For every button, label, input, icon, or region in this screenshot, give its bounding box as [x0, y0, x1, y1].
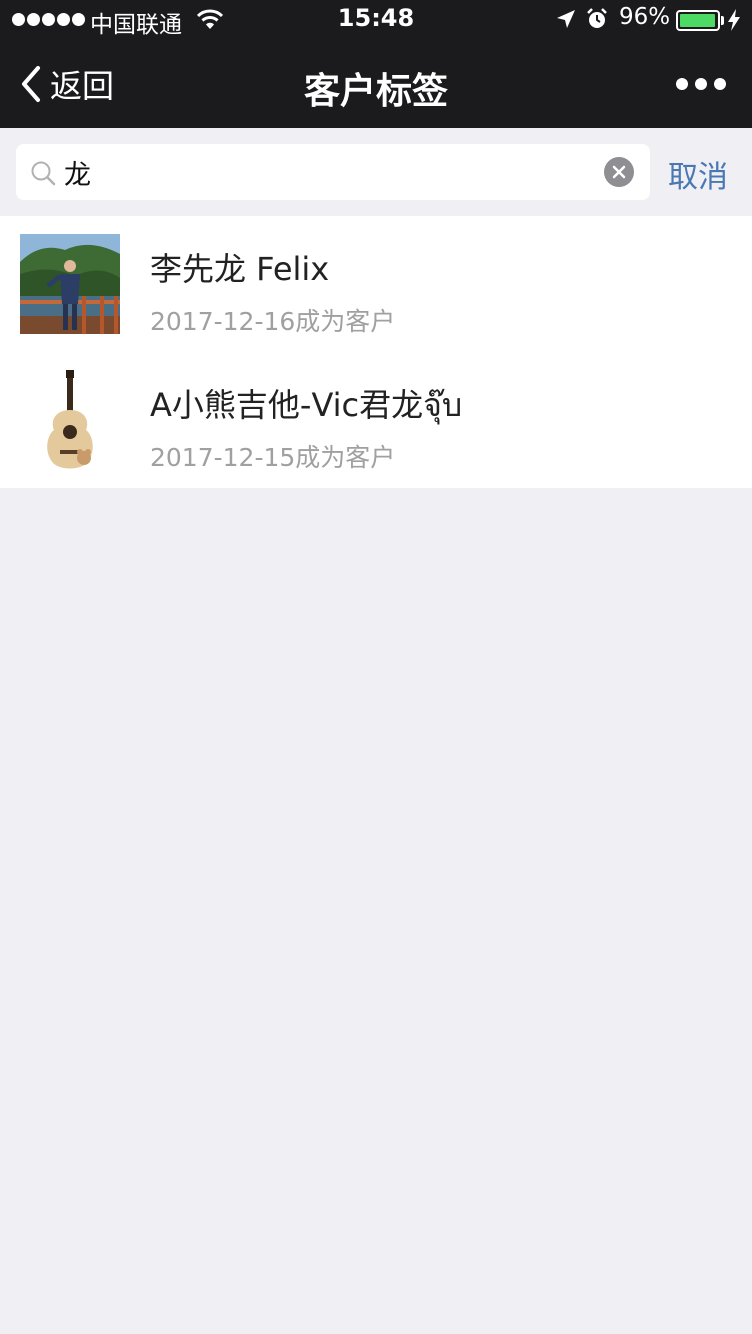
customer-name: 李先龙 Felix — [150, 250, 330, 288]
person-photo — [20, 234, 120, 334]
alarm-icon — [587, 8, 607, 28]
list-item[interactable]: A小熊吉他-Vic君龙จุ๊บ 2017-12-15成为客户 — [0, 352, 752, 488]
search-box — [16, 144, 650, 200]
battery-icon — [676, 10, 720, 31]
guitar-photo — [20, 370, 120, 470]
nav-bar: 返回 客户标签 — [0, 40, 752, 128]
search-input[interactable] — [64, 152, 594, 192]
page-title: 客户标签 — [303, 71, 448, 112]
battery-tip — [721, 16, 724, 25]
charging-bolt-icon — [728, 9, 740, 31]
close-icon — [612, 165, 626, 179]
cancel-button[interactable]: 取消 — [668, 152, 728, 196]
clear-search-button[interactable] — [604, 157, 634, 187]
status-bar: 中国联通 15:48 96% — [0, 0, 752, 40]
more-dots-icon[interactable] — [676, 78, 726, 90]
avatar — [20, 234, 120, 334]
top-bar: 中国联通 15:48 96% 返回 客户标签 — [0, 0, 752, 128]
avatar — [20, 370, 120, 470]
list-item[interactable]: 李先龙 Felix 2017-12-16成为客户 — [0, 216, 752, 352]
battery-percent: 96% — [619, 4, 671, 30]
search-icon — [31, 161, 56, 186]
results-list: 李先龙 Felix 2017-12-16成为客户 A小熊吉他-Vic君龙จุ๊บ… — [0, 216, 752, 488]
customer-date: 2017-12-15成为客户 — [150, 443, 396, 472]
location-arrow-icon — [557, 10, 575, 28]
customer-name: A小熊吉他-Vic君龙จุ๊บ — [150, 386, 463, 424]
search-bar: 取消 — [0, 128, 752, 216]
customer-date: 2017-12-16成为客户 — [150, 307, 396, 336]
